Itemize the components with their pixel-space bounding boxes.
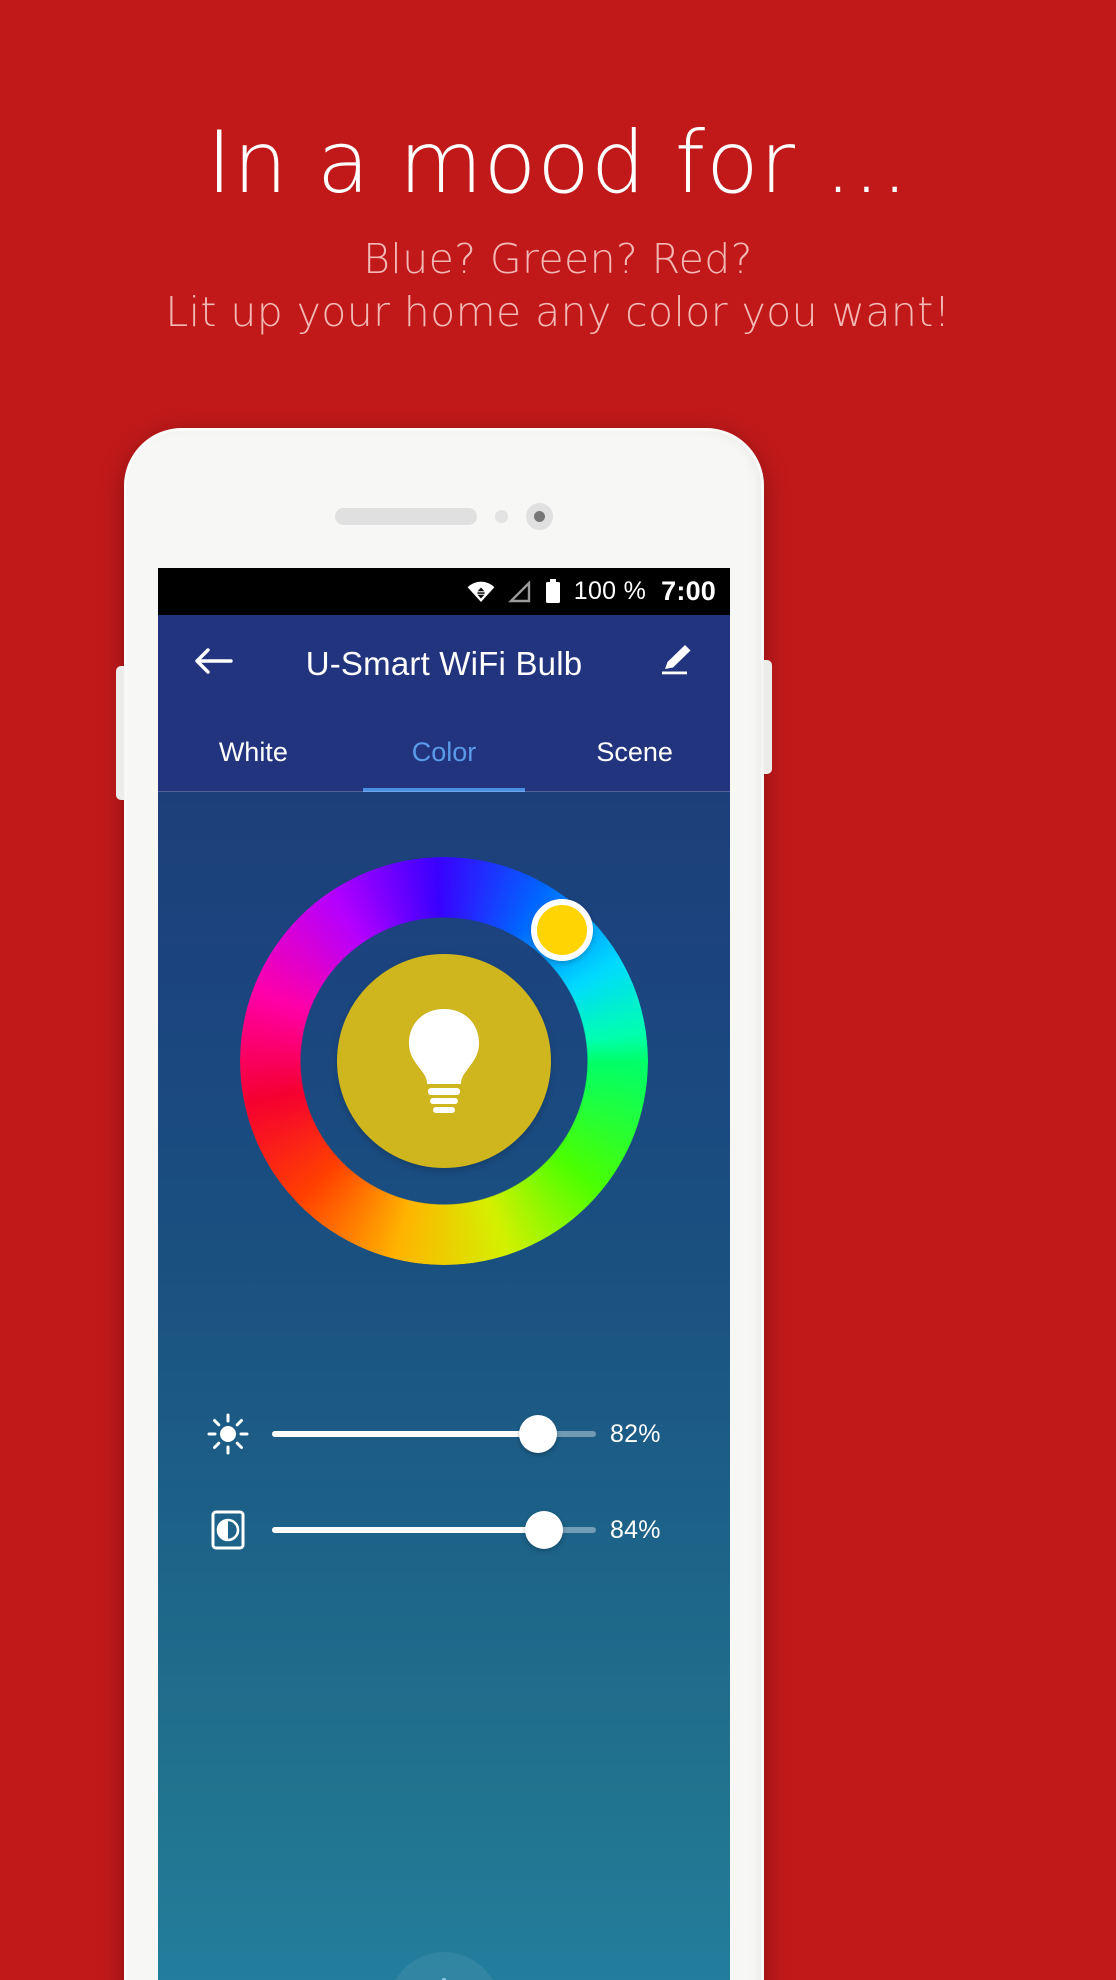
hue-selector-knob[interactable]: [531, 899, 593, 961]
tab-white-label: White: [218, 736, 288, 767]
tab-color[interactable]: Color: [349, 712, 540, 792]
contrast-thumb[interactable]: [525, 1511, 564, 1549]
contrast-icon: [202, 1509, 254, 1551]
brightness-sun-icon: [202, 1413, 254, 1455]
status-bar: 100 % 7:00: [158, 568, 730, 615]
front-camera-icon: [526, 502, 553, 530]
hue-color-wheel[interactable]: [240, 857, 648, 1265]
phone-side-button-left: [116, 666, 126, 800]
tab-scene-label: Scene: [596, 736, 673, 767]
speaker-grille-icon: [335, 507, 477, 525]
page-title: U-Smart WiFi Bulb: [305, 644, 583, 682]
brightness-slider[interactable]: [272, 1411, 596, 1457]
light-bulb-icon: [396, 1003, 492, 1120]
color-tab-content: 82% 84%: [158, 792, 730, 1980]
promo-subtitle-line-2: Lit up your home any color you want!: [165, 288, 951, 337]
back-button[interactable]: [186, 637, 240, 691]
edit-pencil-icon: [655, 641, 695, 686]
wifi-icon: [467, 581, 495, 603]
phone-screen: 100 % 7:00 U-Smart WiFi Bulb White Color…: [158, 568, 730, 1980]
app-bar: U-Smart WiFi Bulb: [158, 615, 730, 712]
promo-header: In a mood for ... Blue? Green? Red? Lit …: [0, 0, 1116, 336]
contrast-slider[interactable]: [272, 1507, 596, 1553]
phone-top-hardware: [124, 496, 764, 536]
promo-headline: In a mood for ...: [206, 113, 910, 213]
contrast-value: 84%: [610, 1515, 661, 1544]
brightness-thumb[interactable]: [518, 1415, 557, 1453]
brightness-value: 82%: [610, 1419, 661, 1448]
proximity-sensor-icon: [495, 509, 508, 523]
signal-icon: [507, 580, 532, 603]
tab-white[interactable]: White: [158, 712, 349, 792]
edit-button[interactable]: [648, 637, 702, 691]
phone-side-button-right: [762, 660, 772, 774]
phone-mockup: 100 % 7:00 U-Smart WiFi Bulb White Color…: [116, 428, 772, 1980]
contrast-track-fill: [272, 1527, 545, 1533]
promo-subtitle: Blue? Green? Red? Lit up your home any c…: [0, 235, 1116, 337]
battery-full-icon: [545, 579, 561, 604]
status-bar-clock: 7:00: [661, 576, 716, 606]
tab-scene[interactable]: Scene: [539, 712, 730, 792]
power-button[interactable]: [388, 1952, 500, 1980]
promo-subtitle-line-1: Blue? Green? Red?: [363, 235, 753, 283]
back-arrow-icon: [193, 645, 233, 682]
bulb-preview-circle[interactable]: [337, 954, 551, 1168]
contrast-slider-row: 84%: [202, 1500, 686, 1560]
brightness-track-fill: [272, 1431, 538, 1437]
tab-color-label: Color: [411, 736, 477, 767]
battery-percentage: 100 %: [573, 577, 647, 605]
brightness-slider-row: 82%: [202, 1404, 686, 1464]
tab-bar: White Color Scene: [158, 712, 730, 792]
